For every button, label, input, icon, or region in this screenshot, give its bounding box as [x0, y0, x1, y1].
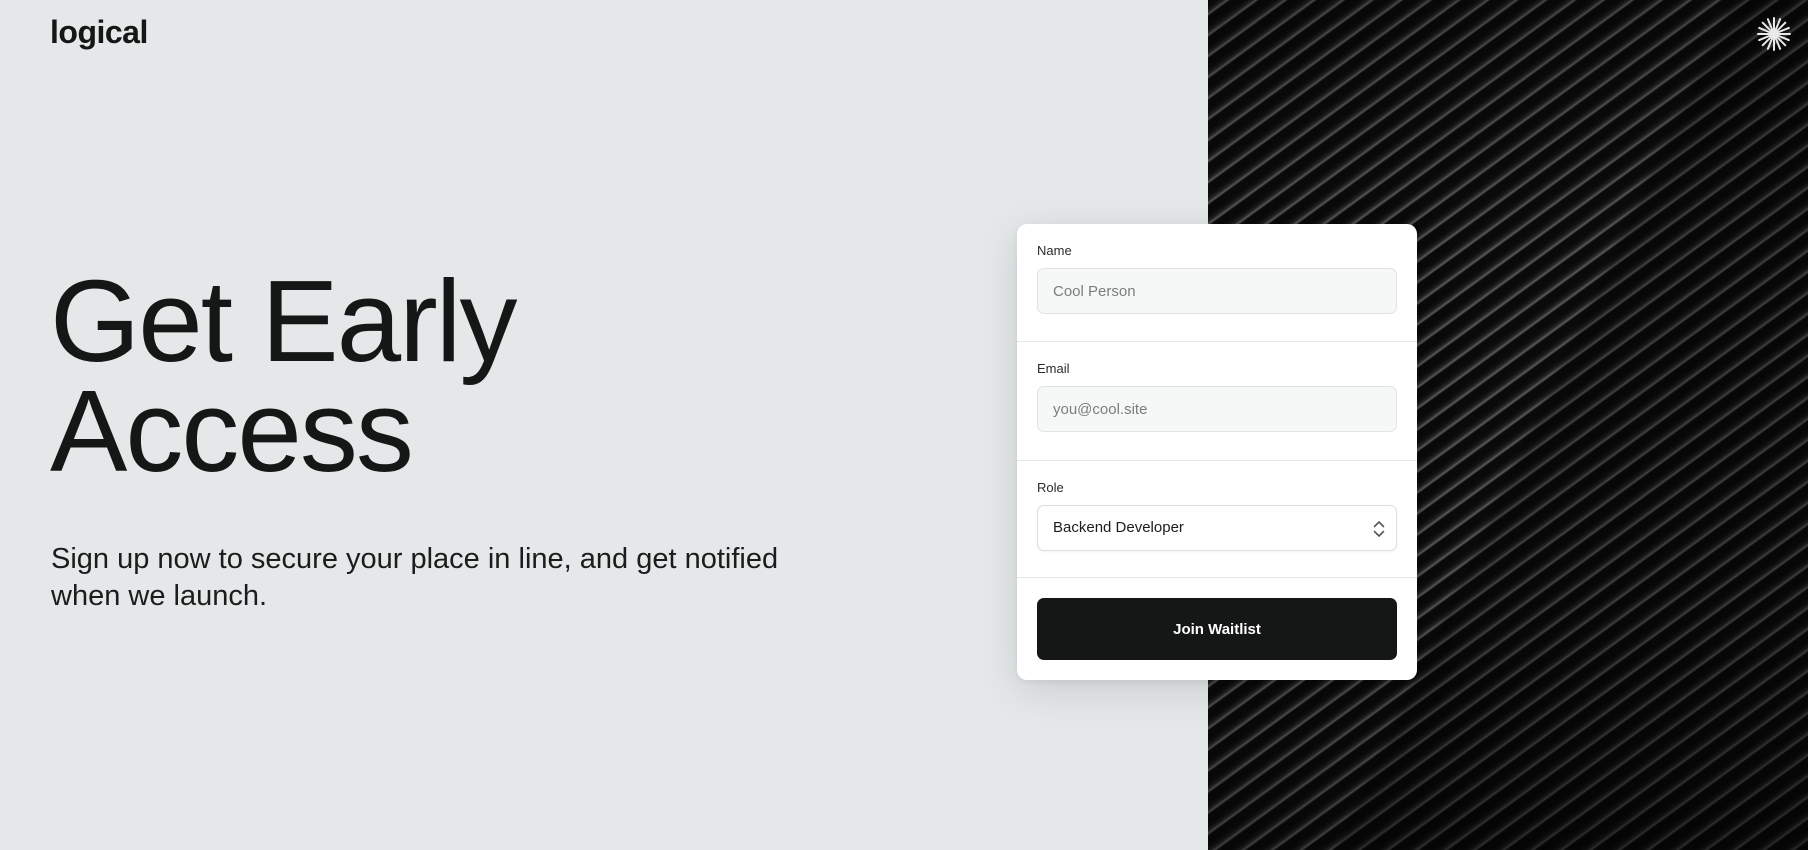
page-title: Get Early Access [50, 256, 517, 496]
headline-line-2: Access [50, 366, 414, 496]
sparkle-icon [1757, 17, 1791, 51]
name-input[interactable] [1037, 268, 1397, 314]
role-label: Role [1037, 480, 1064, 495]
chevron-up-down-icon [1373, 521, 1385, 537]
submit-section: Join Waitlist [1017, 578, 1417, 680]
hero-subtitle: Sign up now to secure your place in line… [51, 543, 779, 612]
logo[interactable]: logical [50, 14, 148, 51]
headline-line-1: Get Early [50, 256, 517, 386]
role-section: Role Backend Developer [1017, 461, 1417, 578]
email-label: Email [1037, 361, 1070, 376]
name-section: Name [1017, 224, 1417, 342]
role-selected-value: Backend Developer [1053, 519, 1184, 536]
page: logical Get Early Access Sign up now to … [0, 0, 1808, 850]
email-input[interactable] [1037, 386, 1397, 432]
role-select[interactable]: Backend Developer [1037, 505, 1397, 551]
join-waitlist-button[interactable]: Join Waitlist [1037, 598, 1397, 660]
waitlist-form: Name Email Role Backend Developer Join W… [1017, 224, 1417, 680]
name-label: Name [1037, 243, 1072, 258]
email-section: Email [1017, 342, 1417, 461]
